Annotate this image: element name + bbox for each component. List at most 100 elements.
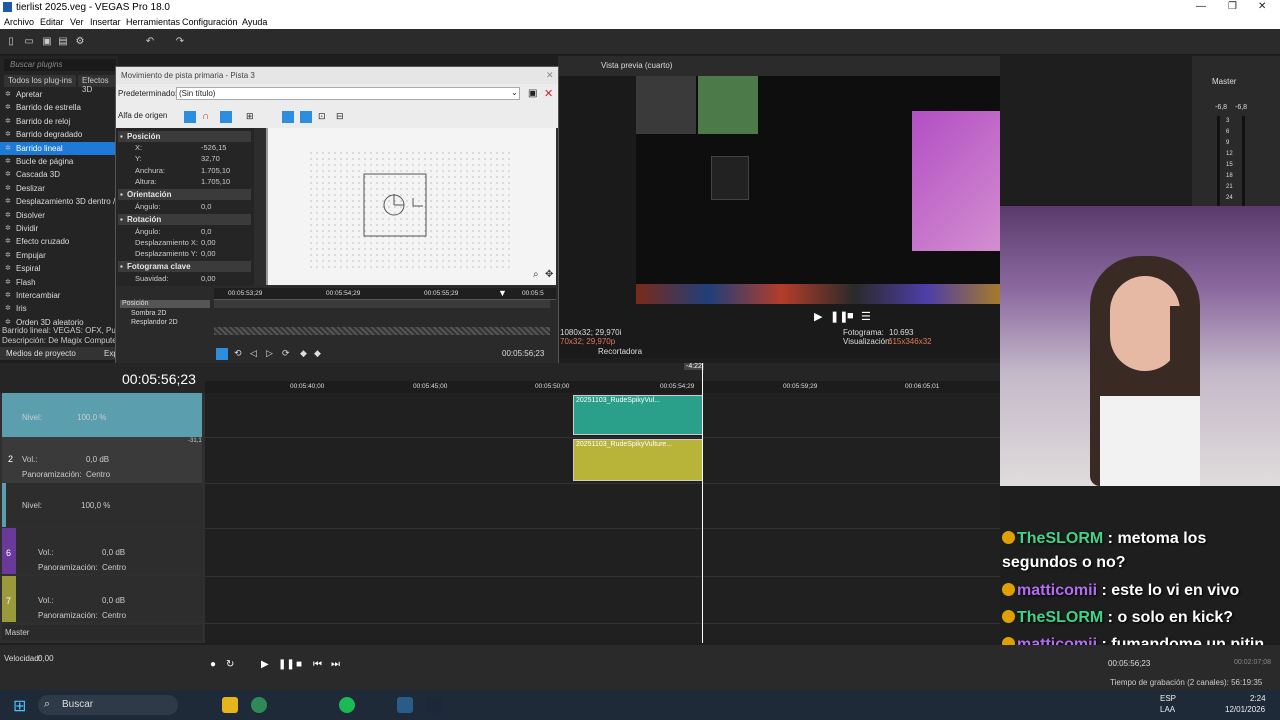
- transition-item[interactable]: Desplazamiento 3D dentro /fu: [0, 195, 116, 208]
- kf-track-position[interactable]: Posición: [120, 300, 210, 308]
- track-2-header[interactable]: 2 Vol.: 0,0 dB Panoramización: Centro -3…: [2, 437, 202, 483]
- transition-item[interactable]: Barrido lineal: [0, 141, 116, 155]
- dialog-close-button[interactable]: ✕: [546, 70, 554, 81]
- transition-item[interactable]: Barrido de reloj: [0, 115, 116, 128]
- record-icon[interactable]: ●: [210, 659, 216, 670]
- play-button[interactable]: ▶: [261, 659, 269, 670]
- loop-icon[interactable]: ↻: [226, 659, 234, 670]
- transition-item[interactable]: Dividir: [0, 222, 116, 235]
- transition-item[interactable]: Barrido degradado: [0, 128, 116, 141]
- delete-keyframe-icon[interactable]: ◆: [314, 348, 321, 359]
- file-explorer-icon[interactable]: [222, 697, 238, 713]
- track-3-header[interactable]: Nivel: 100,0 %: [2, 483, 202, 527]
- transition-item[interactable]: Flash: [0, 276, 116, 289]
- transition-item[interactable]: Apretar: [0, 88, 116, 101]
- tab-project-media[interactable]: Medios de proyecto: [6, 349, 76, 358]
- next-keyframe-icon[interactable]: ▷: [266, 348, 273, 359]
- plugin-search-input[interactable]: Buscar plugins: [4, 59, 116, 71]
- delete-preset-icon[interactable]: ✕: [544, 87, 553, 100]
- menu-herramientas[interactable]: Herramientas: [126, 17, 180, 27]
- video-clip[interactable]: 20251103_RudeSpikyVul...: [573, 395, 703, 435]
- region-marker[interactable]: -4:22: [684, 363, 704, 370]
- transition-item[interactable]: Iris: [0, 302, 116, 315]
- grid-icon[interactable]: ⊡: [318, 111, 326, 122]
- go-start-button[interactable]: ⏮: [313, 659, 322, 670]
- prop-offset-x[interactable]: Desplazamiento X: 0,00: [118, 237, 251, 248]
- menu-configuracion[interactable]: Configuración: [182, 17, 238, 27]
- magnet-icon[interactable]: ∩: [202, 111, 209, 122]
- steam-icon[interactable]: [426, 697, 442, 713]
- open-folder-icon[interactable]: ▭: [24, 37, 34, 47]
- menu-editar[interactable]: Editar: [40, 17, 64, 27]
- minimize-button[interactable]: —: [1196, 1, 1206, 12]
- prop-offset-y[interactable]: Desplazamiento Y: 0,00: [118, 248, 251, 259]
- transition-item[interactable]: Bucle de página: [0, 155, 116, 168]
- spotify-icon[interactable]: [339, 697, 355, 713]
- prop-width[interactable]: Anchura: 1.705,10: [118, 165, 251, 176]
- first-keyframe-icon[interactable]: ⟲: [234, 348, 242, 359]
- language-region[interactable]: LAA: [1160, 705, 1175, 714]
- kf-cursor-icon[interactable]: ▼: [498, 288, 507, 298]
- undo-icon[interactable]: ↶: [145, 37, 155, 47]
- prop-x[interactable]: X: -526,15: [118, 142, 251, 153]
- section-position[interactable]: Posición: [118, 131, 251, 142]
- prop-angle[interactable]: Ángulo: 0,0: [118, 201, 251, 212]
- audio-clip[interactable]: 20251103_RudeSpikyVulture...: [573, 439, 703, 481]
- menu-icon[interactable]: ☰: [861, 310, 871, 323]
- prop-height[interactable]: Altura: 1.705,10: [118, 176, 251, 187]
- track-4-header[interactable]: 6 Vol.: 0,0 dB Panoramización: Centro: [2, 528, 202, 574]
- transition-item[interactable]: Empujar: [0, 249, 116, 262]
- transition-item[interactable]: Disolver: [0, 209, 116, 222]
- motion-canvas[interactable]: ⌕ ✥: [266, 128, 556, 285]
- prop-rot-angle[interactable]: Ángulo: 0,0: [118, 226, 251, 237]
- track-5-header[interactable]: 7 Vol.: 0,0 dB Panoramización: Centro: [2, 576, 202, 622]
- x-axis-icon[interactable]: [282, 111, 294, 123]
- sync-cursor-icon[interactable]: [216, 348, 228, 360]
- prop-y[interactable]: Y: 32,70: [118, 153, 251, 164]
- track-1-header[interactable]: Nivel: 100,0 %: [2, 393, 202, 437]
- transition-item[interactable]: Orden 3D aleatorio: [0, 316, 116, 329]
- kf-lane[interactable]: [214, 300, 550, 308]
- transition-item[interactable]: Intercambiar: [0, 289, 116, 302]
- transition-item[interactable]: Deslizar: [0, 182, 116, 195]
- settings-icon[interactable]: ⚙: [75, 37, 85, 47]
- menu-insertar[interactable]: Insertar: [90, 17, 121, 27]
- preset-select[interactable]: (Sin título) ⌄: [176, 87, 520, 100]
- menu-archivo[interactable]: Archivo: [4, 17, 34, 27]
- save-preset-icon[interactable]: ▣: [528, 88, 537, 99]
- alpha-source-select[interactable]: Alfa de origen: [118, 111, 167, 120]
- section-rotation[interactable]: Rotación: [118, 214, 251, 225]
- snap-icon[interactable]: ⊟: [336, 111, 344, 122]
- go-end-button[interactable]: ⏭: [331, 659, 340, 670]
- menu-ayuda[interactable]: Ayuda: [242, 17, 267, 27]
- transition-item[interactable]: Barrido de estrella: [0, 101, 116, 114]
- language-code[interactable]: ESP: [1160, 694, 1176, 703]
- prop-smoothness[interactable]: Suavidad: 0,00: [118, 273, 251, 284]
- stop-preview-button[interactable]: ■: [847, 310, 854, 322]
- clock-date[interactable]: 12/01/2026: [1225, 705, 1265, 714]
- y-axis-icon[interactable]: [300, 111, 312, 123]
- taskbar-search[interactable]: ⌕ Buscar: [38, 695, 178, 715]
- chrome-icon[interactable]: [251, 697, 267, 713]
- edit-tool-icon[interactable]: [220, 111, 232, 123]
- prev-keyframe-icon[interactable]: ◁: [250, 348, 257, 359]
- vegas-taskbar-icon[interactable]: [397, 697, 413, 713]
- timeline-ruler[interactable]: 00:05:40;00 00:05:45;00 00:05:50;00 00:05:5…: [205, 381, 1000, 393]
- tab-3d-effects[interactable]: Efectos 3D: [78, 75, 118, 94]
- clock-time[interactable]: 2:24: [1250, 694, 1266, 703]
- add-keyframe-icon[interactable]: ◆: [300, 348, 307, 359]
- menu-ver[interactable]: Ver: [70, 17, 84, 27]
- transition-item[interactable]: Espiral: [0, 262, 116, 275]
- new-file-icon[interactable]: ▯: [6, 37, 16, 47]
- pause-button[interactable]: ❚❚: [278, 659, 295, 670]
- play-preview-button[interactable]: ▶: [814, 310, 822, 323]
- section-keyframe[interactable]: Fotograma clave: [118, 261, 251, 272]
- pause-preview-button[interactable]: ❚❚: [830, 310, 848, 323]
- master-track-header[interactable]: Master: [2, 625, 202, 641]
- windows-start-icon[interactable]: ⊞: [13, 696, 26, 716]
- close-button[interactable]: ✕: [1258, 1, 1266, 12]
- tab-trimmer[interactable]: Recortadora: [598, 347, 642, 356]
- zoom-edit-icon[interactable]: ⊞: [246, 111, 254, 122]
- transition-item[interactable]: Efecto cruzado: [0, 235, 116, 248]
- section-orientation[interactable]: Orientación: [118, 189, 251, 200]
